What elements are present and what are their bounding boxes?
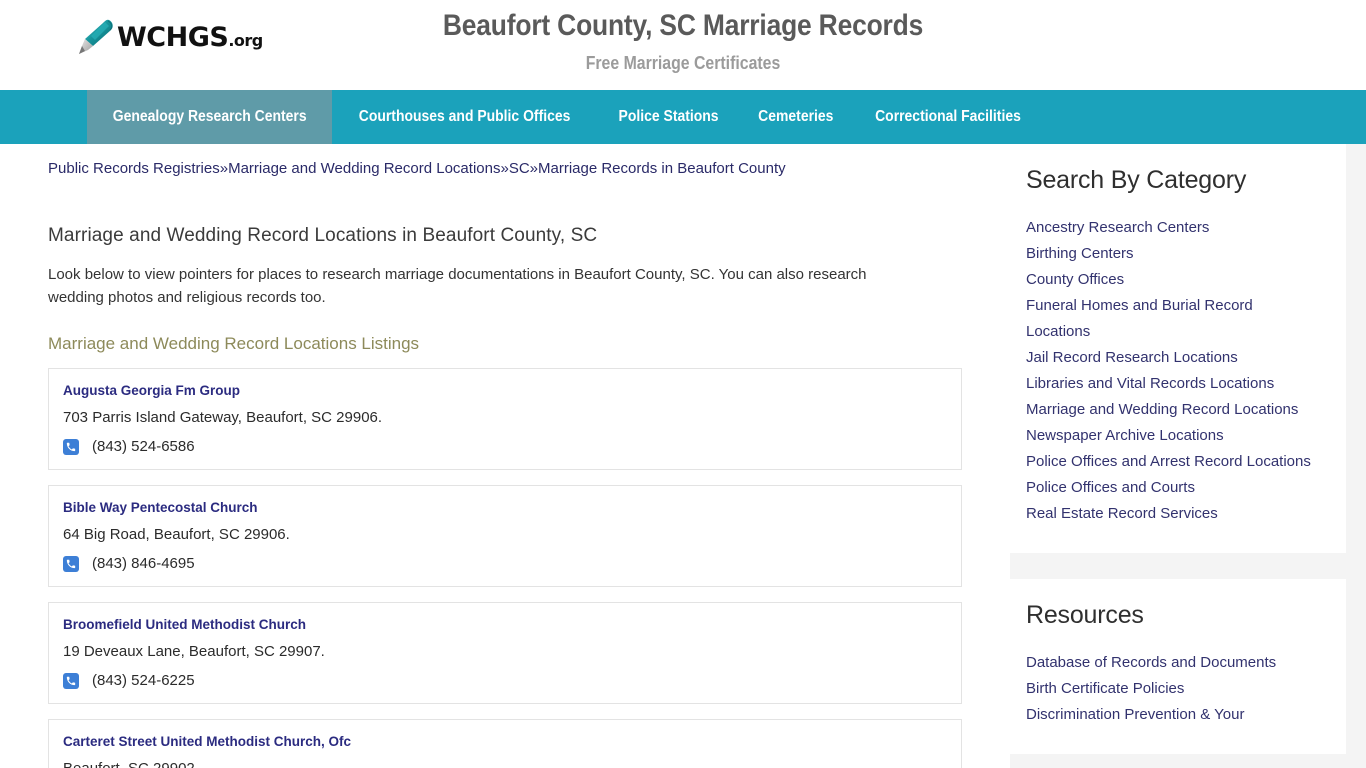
- listing-card: Bible Way Pentecostal Church 64 Big Road,…: [48, 485, 962, 587]
- category-link[interactable]: Ancestry Research Centers: [1026, 215, 1320, 241]
- breadcrumb-item[interactable]: Marriage and Wedding Record Locations: [228, 160, 500, 177]
- listing-phone-number[interactable]: (843) 524-6586: [92, 438, 195, 455]
- category-link[interactable]: Newspaper Archive Locations: [1026, 423, 1320, 449]
- category-link[interactable]: Birthing Centers: [1026, 241, 1320, 267]
- phone-glyph: [66, 559, 76, 568]
- search-by-category-box: Search By Category Ancestry Research Cen…: [1010, 144, 1346, 553]
- listing-card: Broomefield United Methodist Church 19 De…: [48, 602, 962, 704]
- nav-item-label: Correctional Facilities: [875, 108, 1022, 125]
- category-link[interactable]: Funeral Homes and Burial Record Location…: [1026, 293, 1320, 345]
- listing-name-link[interactable]: Augusta Georgia Fm Group: [63, 383, 240, 398]
- resource-link[interactable]: Birth Certificate Policies: [1026, 676, 1320, 702]
- site-header: WCHGS.org Beaufort County, SC Marriage R…: [0, 0, 1366, 90]
- site-logo[interactable]: WCHGS.org: [75, 12, 263, 62]
- logo-tld: .org: [228, 30, 263, 50]
- logo-wordmark: WCHGS.org: [117, 24, 263, 51]
- nav-item-label: Genealogy Research Centers: [112, 108, 307, 125]
- resources-link-list: Database of Records and Documents Birth C…: [1026, 650, 1320, 728]
- phone-icon: [63, 555, 79, 572]
- phone-glyph: [66, 442, 76, 451]
- breadcrumb: Public Records Registries»Marriage and W…: [48, 144, 962, 181]
- category-link[interactable]: Marriage and Wedding Record Locations: [1026, 397, 1320, 423]
- listing-phone-row: (843) 524-6586: [63, 438, 947, 455]
- nav-item-label: Courthouses and Public Offices: [359, 108, 571, 125]
- listing-address: 64 Big Road, Beaufort, SC 29906.: [63, 526, 290, 543]
- breadcrumb-separator: »: [219, 160, 229, 177]
- listing-name-link[interactable]: Bible Way Pentecostal Church: [63, 500, 258, 515]
- nav-item-correctional-facilities[interactable]: Correctional Facilities: [852, 90, 1044, 144]
- content-intro: Look below to view pointers for places t…: [48, 265, 867, 306]
- listing-phone-row: (843) 524-6225: [63, 672, 947, 689]
- resource-link[interactable]: Discrimination Prevention & Your: [1026, 702, 1320, 728]
- main-content: Public Records Registries»Marriage and W…: [0, 144, 1010, 768]
- phone-icon: [63, 672, 79, 689]
- category-link-list: Ancestry Research Centers Birthing Center…: [1026, 215, 1320, 527]
- breadcrumb-item[interactable]: Marriage Records in Beaufort County: [538, 160, 786, 177]
- main-navigation: Genealogy Research Centers Courthouses an…: [0, 90, 1366, 144]
- listings-container: Augusta Georgia Fm Group 703 Parris Islan…: [48, 368, 962, 768]
- listing-address: 703 Parris Island Gateway, Beaufort, SC …: [63, 409, 383, 426]
- listings-heading: Marriage and Wedding Record Locations Li…: [48, 334, 420, 353]
- nav-item-label: Police Stations: [618, 108, 719, 125]
- content-heading: Marriage and Wedding Record Locations in…: [48, 224, 598, 246]
- phone-icon: [63, 438, 79, 455]
- nav-item-police-stations[interactable]: Police Stations: [598, 90, 739, 144]
- breadcrumb-separator: »: [529, 160, 538, 177]
- category-link[interactable]: County Offices: [1026, 267, 1320, 293]
- listing-card: Augusta Georgia Fm Group 703 Parris Islan…: [48, 368, 962, 470]
- nav-item-cemeteries[interactable]: Cemeteries: [739, 90, 853, 144]
- listing-name-link[interactable]: Broomefield United Methodist Church: [63, 617, 306, 632]
- listing-phone-number[interactable]: (843) 524-6225: [92, 672, 195, 689]
- logo-name: WCHGS: [117, 21, 229, 53]
- resources-title: Resources: [1026, 601, 1144, 629]
- search-by-category-title: Search By Category: [1026, 166, 1247, 194]
- listing-address: Beaufort, SC 29902.: [63, 758, 947, 768]
- listing-address: 19 Deveaux Lane, Beaufort, SC 29907.: [63, 643, 325, 660]
- listing-name-link[interactable]: Carteret Street United Methodist Church,…: [63, 734, 351, 749]
- nav-item-courthouses-and-public-offices[interactable]: Courthouses and Public Offices: [332, 90, 597, 144]
- nav-item-genealogy-research-centers[interactable]: Genealogy Research Centers: [87, 90, 333, 144]
- breadcrumb-separator: »: [500, 160, 509, 177]
- category-link[interactable]: Police Offices and Courts: [1026, 475, 1320, 501]
- category-link[interactable]: Police Offices and Arrest Record Locatio…: [1026, 449, 1320, 475]
- pen-icon: [79, 19, 113, 54]
- listing-phone-row: (843) 846-4695: [63, 555, 947, 572]
- category-link[interactable]: Libraries and Vital Records Locations: [1026, 371, 1320, 397]
- breadcrumb-item[interactable]: SC: [509, 160, 530, 177]
- sidebar: Search By Category Ancestry Research Cen…: [1010, 144, 1366, 768]
- page-body: Public Records Registries»Marriage and W…: [0, 144, 1366, 768]
- category-link[interactable]: Real Estate Record Services: [1026, 501, 1320, 527]
- listing-card: Carteret Street United Methodist Church,…: [48, 719, 962, 768]
- listing-phone-number[interactable]: (843) 846-4695: [92, 555, 195, 572]
- category-link[interactable]: Jail Record Research Locations: [1026, 345, 1320, 371]
- resources-box: Resources Database of Records and Docume…: [1010, 579, 1346, 754]
- breadcrumb-item[interactable]: Public Records Registries: [48, 160, 220, 177]
- resource-link[interactable]: Database of Records and Documents: [1026, 650, 1320, 676]
- nav-item-label: Cemeteries: [757, 108, 834, 125]
- phone-glyph: [66, 676, 76, 685]
